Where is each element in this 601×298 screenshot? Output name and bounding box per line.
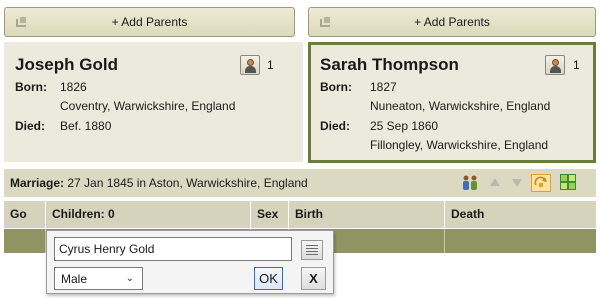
father-died-label: Died: <box>15 119 45 133</box>
father-count: 1 <box>267 58 274 72</box>
grip-icon <box>16 17 26 27</box>
arrow-up-icon[interactable] <box>490 178 500 186</box>
father-born-date: 1826 <box>60 80 87 94</box>
notes-button[interactable] <box>301 240 323 260</box>
cancel-button[interactable]: X <box>301 267 326 290</box>
column-sex[interactable]: Sex <box>251 201 289 228</box>
mother-name[interactable]: Sarah Thompson <box>320 55 459 75</box>
mother-died-place: Fillongley, Warwickshire, England <box>370 138 549 152</box>
child-editor-popup: Male ⌄ OK X <box>46 230 334 294</box>
father-panel[interactable]: Joseph Gold 1 Born: 1826 Coventry, Warwi… <box>4 42 303 162</box>
father-name[interactable]: Joseph Gold <box>15 55 118 75</box>
mother-died-label: Died: <box>320 119 350 133</box>
mother-born-place: Nuneaton, Warwickshire, England <box>370 99 551 113</box>
mother-died-date: 25 Sep 1860 <box>370 119 439 133</box>
arrow-down-icon[interactable] <box>512 179 522 187</box>
marriage-info: Marriage: 27 Jan 1845 in Aston, Warwicks… <box>10 176 308 190</box>
person-icon[interactable] <box>240 55 260 75</box>
mother-count: 1 <box>573 58 580 72</box>
ok-button[interactable]: OK <box>254 267 283 290</box>
child-name-input[interactable] <box>54 237 292 261</box>
marriage-text: 27 Jan 1845 in Aston, Warwickshire, Engl… <box>67 176 308 190</box>
father-born-label: Born: <box>15 80 47 94</box>
father-born-place: Coventry, Warwickshire, England <box>60 99 236 113</box>
marriage-label: Marriage: <box>10 176 65 190</box>
mother-add-parents-label: + Add Parents <box>414 15 490 29</box>
sex-select[interactable]: Male ⌄ <box>54 267 143 290</box>
mother-add-parents-button[interactable]: + Add Parents <box>308 7 596 37</box>
column-go[interactable]: Go <box>4 201 46 228</box>
column-birth[interactable]: Birth <box>289 201 445 228</box>
row-cell-go[interactable] <box>4 229 46 253</box>
sex-select-value: Male <box>61 272 88 286</box>
column-death[interactable]: Death <box>445 201 596 228</box>
row-cell-death[interactable] <box>445 229 596 253</box>
grip-icon <box>320 17 330 27</box>
grid-icon[interactable] <box>560 174 576 190</box>
couple-icon[interactable] <box>461 175 479 191</box>
column-children[interactable]: Children: 0 <box>46 201 251 228</box>
children-table-header: Go Children: 0 Sex Birth Death <box>4 201 596 228</box>
person-icon[interactable] <box>545 55 565 75</box>
chevron-down-icon: ⌄ <box>125 273 134 284</box>
father-add-parents-label: + Add Parents <box>111 15 188 29</box>
mother-born-label: Born: <box>320 80 352 94</box>
mother-born-date: 1827 <box>370 80 397 94</box>
father-add-parents-button[interactable]: + Add Parents <box>4 7 295 37</box>
father-died-date: Bef. 1880 <box>60 119 112 133</box>
sort-icon[interactable] <box>531 174 551 192</box>
marriage-bar[interactable]: Marriage: 27 Jan 1845 in Aston, Warwicks… <box>4 169 596 197</box>
notes-icon <box>306 245 318 255</box>
mother-panel[interactable]: Sarah Thompson 1 Born: 1827 Nuneaton, Wa… <box>308 42 596 163</box>
